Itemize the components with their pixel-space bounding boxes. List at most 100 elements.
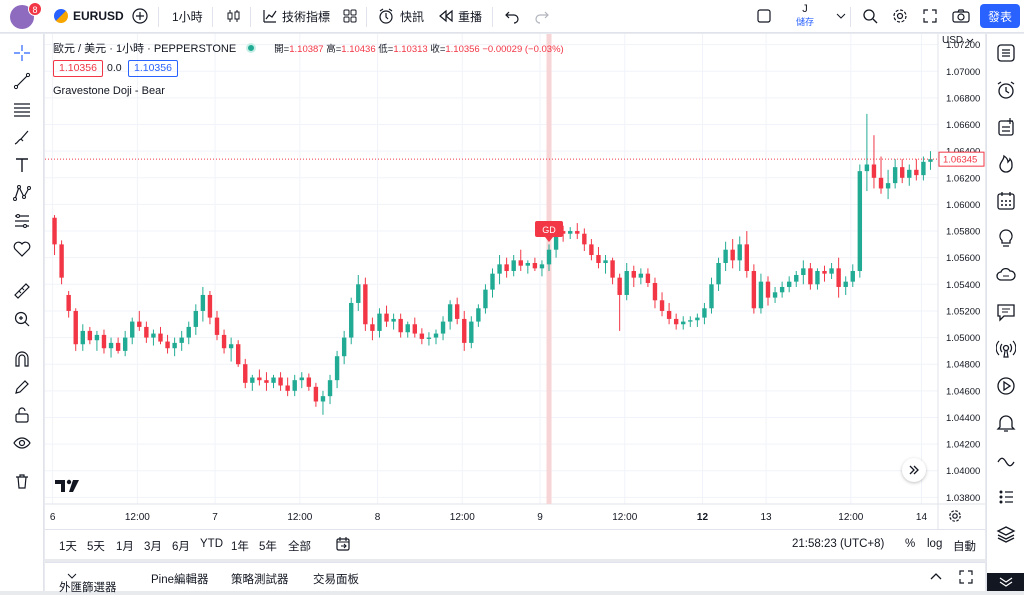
brush-tool[interactable] <box>0 123 44 151</box>
clock[interactable]: 21:58:23 (UTC+8) <box>792 538 884 550</box>
lock-drawings[interactable] <box>0 401 44 429</box>
spread-value: 0.0 <box>107 62 122 74</box>
fullscreen-button[interactable] <box>914 0 946 33</box>
y-axis-tick-label: 1.04000 <box>946 466 980 477</box>
text-icon <box>16 158 28 172</box>
sell-button[interactable]: 1.10356 <box>53 60 103 77</box>
goto-date-button[interactable] <box>335 536 351 555</box>
range-1y[interactable]: 1年 <box>231 538 249 554</box>
candle-body <box>469 321 474 343</box>
pattern-tool[interactable] <box>0 179 44 207</box>
collapse-panel-button[interactable] <box>929 570 943 587</box>
double-chevron-right-icon <box>909 465 919 475</box>
snapshot-button[interactable] <box>944 0 978 33</box>
search-button[interactable] <box>854 0 886 33</box>
layers-button[interactable] <box>987 515 1024 552</box>
percent-toggle[interactable]: % <box>905 538 915 550</box>
range-3m[interactable]: 3月 <box>144 538 162 554</box>
trend-button[interactable] <box>987 441 1024 478</box>
trendline-tool[interactable] <box>0 67 44 95</box>
fullscreen-layout-button[interactable] <box>748 0 780 33</box>
candle-body <box>610 260 615 278</box>
layers-icon <box>996 525 1016 543</box>
crosshair-tool[interactable] <box>0 39 44 67</box>
magnet-tool[interactable] <box>0 345 44 373</box>
settings-button[interactable] <box>884 0 916 33</box>
layout-save-button[interactable]: J 儲存 <box>790 3 820 28</box>
hotlists-button[interactable] <box>987 145 1024 182</box>
publish-button[interactable]: 發表 <box>980 4 1020 28</box>
range-1m[interactable]: 1月 <box>116 538 134 554</box>
change-value: −0.00029 (−0.03%) <box>482 44 564 55</box>
symbol-search-button[interactable]: EURUSD <box>46 0 132 33</box>
measure-tool[interactable] <box>0 277 44 305</box>
x-axis-tick-label: 12 <box>697 512 709 523</box>
tab-strategy-tester[interactable]: 策略測試器 <box>231 571 289 587</box>
redo-button[interactable] <box>526 0 558 33</box>
alerts-button[interactable] <box>987 71 1024 108</box>
price-chart[interactable]: 1.072001.070001.068001.066001.064001.062… <box>45 34 985 529</box>
chart-pane[interactable]: 1.072001.070001.068001.066001.064001.062… <box>45 34 985 559</box>
zoom-tool[interactable] <box>0 305 44 333</box>
tab-trading-panel[interactable]: 交易面板 <box>313 571 359 587</box>
text-tool[interactable] <box>0 151 44 179</box>
watchlist-button[interactable] <box>987 34 1024 71</box>
fib-tool[interactable] <box>0 95 44 123</box>
range-ytd[interactable]: YTD <box>200 538 223 550</box>
range-5d[interactable]: 5天 <box>87 538 105 554</box>
messages-button[interactable] <box>987 293 1024 330</box>
tradingview-logo[interactable] <box>55 478 81 499</box>
news-flow-button[interactable] <box>987 367 1024 404</box>
notifications-button[interactable] <box>987 404 1024 441</box>
templates-button[interactable] <box>334 0 366 33</box>
range-5y[interactable]: 5年 <box>259 538 277 554</box>
maximize-panel-button[interactable] <box>959 570 973 587</box>
lock-drawing-mode[interactable] <box>0 373 44 401</box>
scroll-to-realtime-button[interactable] <box>902 458 926 482</box>
x-axis-tick-label: 14 <box>916 512 928 523</box>
tab-forex-screener[interactable]: 外匯篩選器 <box>59 571 117 594</box>
replay-label: 重播 <box>458 9 483 24</box>
remove-drawings[interactable] <box>0 467 44 495</box>
x-axis-tick-label: 12:00 <box>450 512 475 523</box>
range-1d[interactable]: 1天 <box>59 538 77 554</box>
calendar-button[interactable] <box>987 182 1024 219</box>
auto-toggle[interactable]: 自動 <box>953 538 976 554</box>
ohlc-values: 開=1.10387 高=1.10436 低=1.10313 收=1.10356 … <box>274 41 564 55</box>
candle-body <box>822 270 827 274</box>
icons-tool[interactable] <box>0 235 44 263</box>
interval-button[interactable]: 1小時 <box>164 0 211 33</box>
chart-settings-button[interactable] <box>948 509 962 528</box>
alert-button[interactable]: 快訊 <box>370 0 432 33</box>
undo-button[interactable] <box>496 0 528 33</box>
chats-button[interactable] <box>987 256 1024 293</box>
buy-button[interactable]: 1.10356 <box>128 60 178 77</box>
candle-body <box>158 333 163 342</box>
candle-body <box>645 273 651 283</box>
divider <box>212 7 213 27</box>
data-window-button[interactable] <box>987 478 1024 515</box>
replay-button[interactable]: 重播 <box>430 0 490 33</box>
range-all[interactable]: 全部 <box>288 538 311 554</box>
hide-drawings[interactable] <box>0 429 44 457</box>
chart-type-button[interactable] <box>218 0 250 33</box>
indicators-button[interactable]: 技術指標 <box>254 0 338 33</box>
streams-button[interactable] <box>987 330 1024 367</box>
range-6m[interactable]: 6月 <box>172 538 190 554</box>
log-toggle[interactable]: log <box>927 538 942 550</box>
candle-body <box>857 171 863 271</box>
currency-selector[interactable]: USD <box>942 35 974 46</box>
tab-pine-editor[interactable]: Pine編輯器 <box>151 571 209 587</box>
chevron-up-icon <box>930 573 942 580</box>
candle-body <box>681 321 686 325</box>
compare-symbol-button[interactable] <box>124 0 156 33</box>
candle-body <box>165 341 170 349</box>
more-widgets-button[interactable] <box>987 573 1024 591</box>
prediction-tool[interactable] <box>0 207 44 235</box>
candle-body <box>695 317 700 321</box>
object-tree-button[interactable] <box>987 108 1024 145</box>
ideas-button[interactable] <box>987 219 1024 256</box>
candle-body <box>638 273 644 278</box>
ruler-icon <box>14 283 30 299</box>
